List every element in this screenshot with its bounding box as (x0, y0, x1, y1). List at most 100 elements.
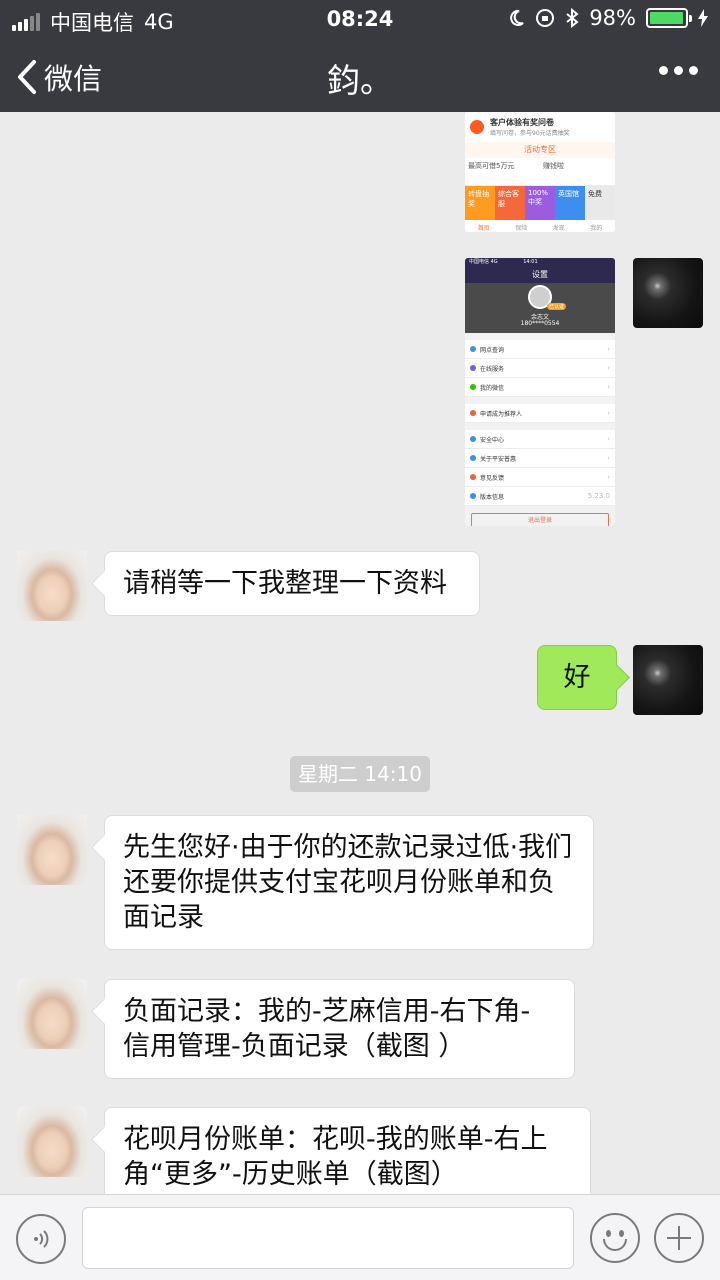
contact-avatar[interactable] (17, 979, 87, 1049)
settings-item-label: 我的微信 (480, 384, 505, 392)
emoji-icon[interactable] (590, 1213, 640, 1263)
chat-title: 鈞。 (327, 61, 393, 100)
settings-item: 网点查询 › (465, 340, 615, 359)
nav-bar: 微信 鈞。 (0, 38, 720, 112)
message-text: 好 (563, 662, 591, 693)
back-button[interactable]: 微信 (14, 56, 102, 98)
contact-avatar[interactable] (17, 551, 87, 621)
tab: 保险 (515, 225, 528, 232)
settings-item: 在线服务 › (465, 359, 615, 378)
tab: 我的 (590, 225, 603, 232)
moon-icon (510, 9, 525, 26)
version-value: 5.23.0 (587, 492, 610, 500)
shot-profile: 余志文 180****0554 已认证 (465, 283, 615, 333)
shot-phone: 180****0554 (520, 320, 560, 327)
chevron-right-icon: › (607, 364, 610, 372)
tile-row: 转盘抽奖 综合客服 100%中奖 英国馆 免费 (465, 186, 615, 220)
message-text: 先生您好·由于你的还款记录过低·我们还要你提供支付宝花呗月份账单和负面记录 (123, 832, 573, 933)
wechat-icon (470, 384, 476, 390)
tile: 100%中奖 (525, 186, 555, 220)
chevron-left-icon (18, 60, 36, 94)
tab-row: 首页 保险 发现 我的 (465, 220, 615, 232)
chat-area[interactable]: 客户体验有奖问卷 填写问卷，参与90元话费抽奖 活动专区 最高可借5万元 赚钱啦… (0, 112, 720, 1194)
contact-avatar[interactable] (17, 1107, 87, 1177)
settings-item: 意见反馈 › (465, 468, 615, 487)
contact-avatar[interactable] (17, 815, 87, 885)
image-message-app-home[interactable]: 客户体验有奖问卷 填写问卷，参与90元话费抽奖 活动专区 最高可借5万元 赚钱啦… (465, 112, 615, 232)
plus-icon[interactable] (654, 1213, 704, 1263)
settings-item-label: 安全中心 (480, 436, 505, 444)
message-input[interactable] (82, 1207, 574, 1269)
status-bar: 中国电信 4G 08:24 98% (0, 0, 720, 38)
shot-title: 设置 (465, 267, 615, 283)
my-avatar[interactable] (633, 645, 703, 715)
back-label: 微信 (44, 62, 103, 96)
battery-fill (650, 12, 684, 24)
promo-row: 最高可借5万元 赚钱啦 (465, 158, 615, 186)
message-text: 花呗月份账单：花呗-我的账单-右上角“更多”-历史账单（截图） (123, 1124, 548, 1190)
promo-left: 最高可借5万元 (468, 162, 515, 170)
chevron-right-icon: › (607, 409, 610, 417)
settings-item: 版本信息 5.23.0 (465, 487, 615, 506)
emoji-eye (619, 1230, 624, 1237)
info-icon (470, 455, 476, 461)
my-avatar[interactable] (633, 258, 703, 328)
emoji-mouth (603, 1239, 627, 1251)
message-bubble[interactable]: 好 (537, 645, 617, 710)
battery-icon (646, 8, 692, 28)
emoji-eye (606, 1230, 611, 1237)
message-bubble[interactable]: 先生您好·由于你的还款记录过低·我们还要你提供支付宝花呗月份账单和负面记录 (104, 815, 594, 950)
timestamp: 星期二 14:10 (290, 756, 430, 792)
status-right: 98% (507, 6, 708, 30)
settings-item: 关于平安普惠 › (465, 449, 615, 468)
shot-badge: 已认证 (547, 303, 567, 310)
shot-time: 14:01 (523, 259, 538, 265)
settings-item-label: 申请成为推荐人 (480, 410, 523, 418)
chevron-right-icon: › (607, 383, 610, 391)
gap (465, 333, 615, 340)
shield-icon (470, 436, 476, 442)
message-bubble[interactable]: 请稍等一下我整理一下资料 (104, 551, 480, 616)
tile: 免费 (585, 186, 615, 220)
image-message-settings[interactable]: 中国电信 4G 14:01 设置 余志文 180****0554 已认证 网点查… (465, 258, 615, 526)
feedback-icon (470, 474, 476, 480)
headset-icon (470, 365, 476, 371)
promo-right: 赚钱啦 (543, 162, 564, 170)
settings-item-label: 意见反馈 (480, 474, 505, 482)
settings-item-label: 在线服务 (480, 365, 505, 373)
voice-icon[interactable] (16, 1214, 66, 1264)
bluetooth-icon (566, 8, 579, 28)
message-text: 请稍等一下我整理一下资料 (123, 568, 447, 599)
tab: 发现 (552, 225, 565, 232)
shot-carrier: 中国电信 4G (469, 259, 498, 265)
message-bubble[interactable]: 负面记录：我的-芝麻信用-右下角-信用管理-负面记录（截图 ） (104, 979, 575, 1079)
tile: 综合客服 (495, 186, 525, 220)
badge-icon (470, 120, 484, 134)
more-dots-icon[interactable] (659, 66, 698, 75)
message-bubble[interactable]: 花呗月份账单：花呗-我的账单-右上角“更多”-历史账单（截图） (104, 1107, 591, 1194)
message-text: 负面记录：我的-芝麻信用-右下角-信用管理-负面记录（截图 ） (123, 996, 531, 1062)
gap (465, 397, 615, 404)
version-icon (470, 493, 476, 499)
survey-banner: 客户体验有奖问卷 填写问卷，参与90元话费抽奖 (465, 112, 615, 142)
input-bar (0, 1194, 720, 1280)
shot-status: 中国电信 4G 14:01 (465, 258, 615, 267)
charging-icon (698, 9, 708, 27)
settings-item: 安全中心 › (465, 430, 615, 449)
chevron-right-icon: › (607, 435, 610, 443)
tile: 转盘抽奖 (465, 186, 495, 220)
voice-wave-icon (34, 1230, 49, 1248)
settings-item-label: 关于平安普惠 (480, 455, 517, 463)
settings-item-label: 版本信息 (480, 493, 505, 501)
rotation-lock-icon (536, 9, 555, 27)
recommend-icon (470, 410, 476, 416)
location-icon (470, 346, 476, 352)
shot-logout: 退出登录 (471, 513, 609, 526)
settings-item-label: 网点查询 (480, 346, 505, 354)
chevron-right-icon: › (607, 454, 610, 462)
settings-item: 申请成为推荐人 › (465, 404, 615, 423)
tab: 首页 (477, 225, 490, 232)
section-bar: 活动专区 (465, 142, 615, 158)
settings-item: 我的微信 › (465, 378, 615, 397)
tile: 英国馆 (555, 186, 585, 220)
